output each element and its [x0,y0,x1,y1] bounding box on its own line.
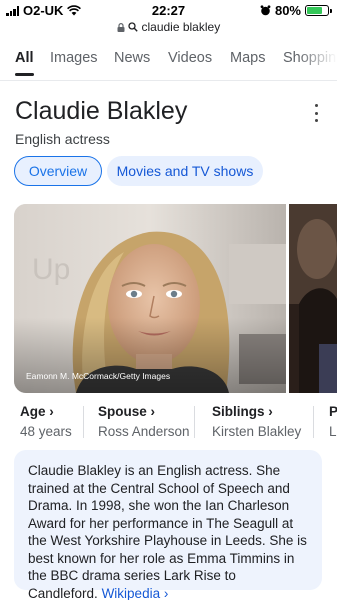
secondary-image [289,204,337,393]
battery-icon [305,5,332,16]
tab-all[interactable]: All [15,50,34,76]
tab-maps[interactable]: Maps [230,50,265,66]
tab-images[interactable]: Images [50,50,98,66]
tab-news[interactable]: News [114,50,150,66]
fact-spouse-label: Spouse [98,404,147,419]
address-bar[interactable]: claudie blakley [0,20,337,34]
entity-subtitle: English actress [15,131,110,147]
battery-fill [307,7,322,14]
battery-percent: 80% [274,3,301,18]
portrait-image: Up [14,204,286,393]
fact-partial-value: L [329,424,337,439]
chip-movies-tv[interactable]: Movies and TV shows [107,156,263,186]
chip-overview[interactable]: Overview [14,156,102,186]
fact-age[interactable]: Age › 48 years [20,404,72,439]
status-right: 80% [260,3,332,18]
status-bar: O2-UK 22:27 80% [0,0,337,20]
fact-siblings-label: Siblings [212,404,265,419]
description-text: Claudie Blakley is an English actress. S… [28,463,307,600]
fact-age-label: Age [20,404,46,419]
search-icon [128,22,138,32]
fact-spouse-value: Ross Anderson [98,424,190,439]
fact-divider [83,406,84,438]
wikipedia-link[interactable]: Wikipedia › [102,586,169,600]
fact-siblings[interactable]: Siblings › Kirsten Blakley [212,404,301,439]
wikipedia-link-label: Wikipedia [101,585,161,600]
url-text: claudie blakley [141,20,221,34]
fact-partial-label: P [329,404,337,419]
alarm-icon [260,5,271,16]
fact-spouse[interactable]: Spouse › Ross Anderson [98,404,190,439]
main-photo[interactable]: Up Eamonn M. McCormack/Getty Images [14,204,286,393]
photo-credit: Eamonn M. McCormack/Getty Images [26,371,171,381]
search-tabs: All Images News Videos Maps Shopping [0,50,337,78]
more-options-icon[interactable] [313,104,319,122]
tabs-fade [297,48,337,72]
fact-siblings-value: Kirsten Blakley [212,424,302,439]
description-card: Claudie Blakley is an English actress. S… [14,450,322,600]
entity-title: Claudie Blakley [15,97,188,125]
fact-divider [194,406,195,438]
tab-videos[interactable]: Videos [168,50,212,66]
fact-age-value: 48 years [20,424,72,439]
lock-icon [117,23,125,32]
fact-partial[interactable]: P L [329,404,337,439]
fact-divider [313,406,314,438]
tabs-divider [0,80,337,81]
secondary-photo[interactable] [289,204,337,393]
